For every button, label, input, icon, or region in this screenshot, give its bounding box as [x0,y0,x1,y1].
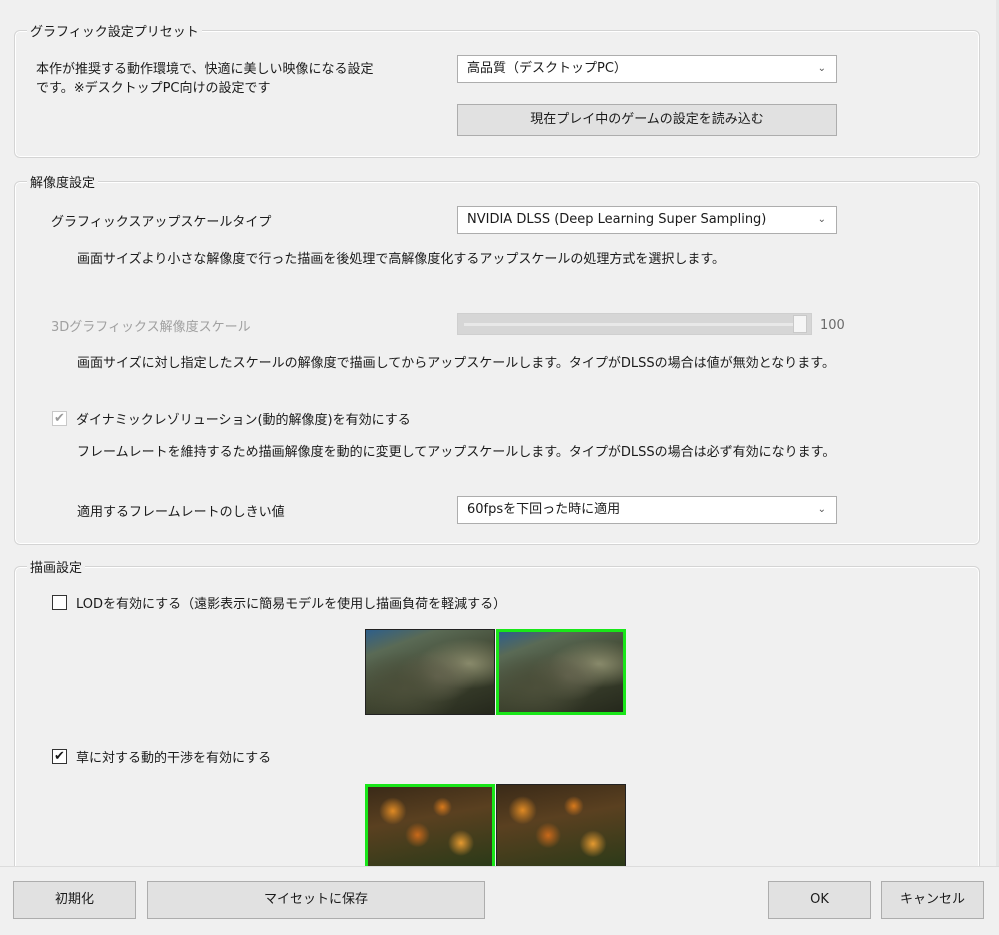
save-to-myset-button[interactable]: マイセットに保存 [147,881,485,919]
preset-select[interactable]: 高品質（デスクトップPC） ⌄ [457,55,837,83]
upscale-type-select[interactable]: NVIDIA DLSS (Deep Learning Super Samplin… [457,206,837,234]
dynamic-resolution-description: フレームレートを維持するため描画解像度を動的に変更してアップスケールします。タイ… [77,445,836,460]
dialog-footer: 初期化 マイセットに保存 OK キャンセル [0,866,999,935]
chevron-down-icon: ⌄ [817,214,826,225]
checkmark-icon: ✔ [54,749,65,764]
resolution-group-title: 解像度設定 [27,172,99,191]
chevron-down-icon: ⌄ [817,63,826,74]
settings-scroll-area[interactable]: グラフィック設定プリセット 本作が推奨する動作環境で、快適に美しい映像になる設定… [0,0,999,866]
preset-group-title: グラフィック設定プリセット [27,21,202,40]
grass-on-preview-image [365,784,495,866]
lod-label[interactable]: LODを有効にする（遠影表示に簡易モデルを使用し描画負荷を軽減する） [76,593,506,612]
upscale-type-description: 画面サイズより小さな解像度で行った描画を後処理で高解像度化するアップスケールの処… [77,252,726,267]
lod-checkbox[interactable] [52,595,67,610]
checkmark-icon: ✔ [54,411,65,426]
chevron-down-icon: ⌄ [817,504,826,515]
render-group-title: 描画設定 [27,557,86,576]
resolution-scale-slider-thumb[interactable] [793,315,807,333]
grass-interaction-label[interactable]: 草に対する動的干渉を有効にする [76,747,271,766]
preset-description-line2: です。※デスクトップPC向けの設定です [36,81,271,96]
grass-off-preview-image [496,784,626,866]
lod-off-preview-image [365,629,495,715]
framerate-threshold-value: 60fpsを下回った時に適用 [467,502,621,517]
preset-description-line1: 本作が推奨する動作環境で、快適に美しい映像になる設定 [36,62,374,77]
load-current-settings-button[interactable]: 現在プレイ中のゲームの設定を読み込む [457,104,837,136]
dynamic-resolution-label[interactable]: ダイナミックレゾリューション(動的解像度)を有効にする [76,409,411,428]
grass-interaction-checkbox[interactable]: ✔ [52,749,67,764]
ok-button[interactable]: OK [768,881,871,919]
resolution-scale-description: 画面サイズに対し指定したスケールの解像度で描画してからアップスケールします。タイ… [77,356,835,371]
upscale-type-label: グラフィックスアップスケールタイプ [51,215,272,230]
preset-select-value: 高品質（デスクトップPC） [467,61,627,76]
dynamic-resolution-checkbox[interactable]: ✔ [52,411,67,426]
cancel-button[interactable]: キャンセル [881,881,984,919]
framerate-threshold-label: 適用するフレームレートのしきい値 [77,505,285,520]
upscale-type-value: NVIDIA DLSS (Deep Learning Super Samplin… [467,212,767,227]
resolution-scale-label: 3Dグラフィックス解像度スケール [51,320,251,335]
lod-on-preview-image [496,629,626,715]
resolution-scale-value: 100 [820,318,845,333]
framerate-threshold-select[interactable]: 60fpsを下回った時に適用 ⌄ [457,496,837,524]
reset-button[interactable]: 初期化 [13,881,136,919]
resolution-scale-slider-fill [464,323,793,326]
resolution-scale-slider[interactable] [457,313,812,335]
